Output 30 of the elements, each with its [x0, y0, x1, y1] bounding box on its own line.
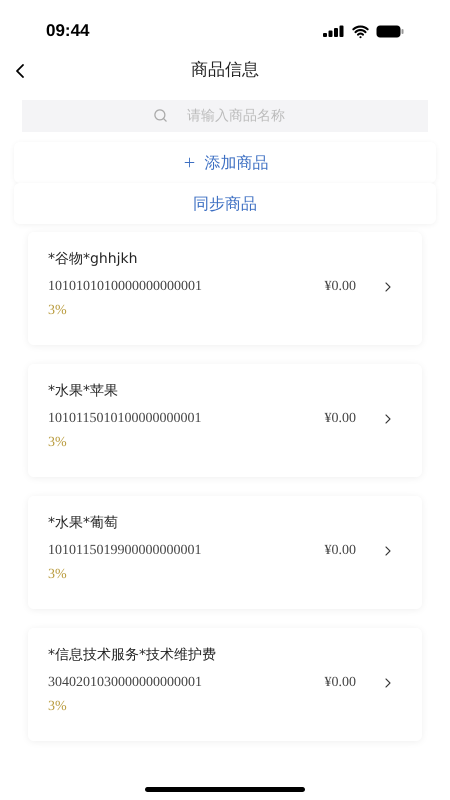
product-card[interactable]: *谷物*ghhjkh 1010101010000000000001 ¥0.00 3%	[28, 232, 422, 345]
sync-products-button[interactable]: 同步商品	[14, 183, 436, 224]
product-price: ¥0.00	[324, 410, 356, 428]
product-price: ¥0.00	[324, 278, 356, 296]
product-code: 3040201030000000000001	[48, 674, 203, 692]
product-price: ¥0.00	[324, 542, 356, 560]
battery-icon	[376, 24, 404, 38]
tax-rate: 3%	[48, 434, 68, 452]
product-code: 1010115019900000000001	[48, 542, 202, 560]
product-name: *信息技术服务*技术维护费	[48, 646, 217, 665]
product-code: 1010101010000000000001	[48, 278, 203, 296]
product-card[interactable]: *水果*葡萄 1010115019900000000001 ¥0.00 3%	[28, 496, 422, 609]
tax-rate: 3%	[48, 698, 68, 716]
product-card[interactable]: *信息技术服务*技术维护费 3040201030000000000001 ¥0.00 3%	[28, 628, 422, 741]
status-time: 09:44	[46, 20, 90, 42]
product-price: ¥0.00	[324, 674, 356, 692]
wifi-icon	[352, 22, 369, 40]
product-name: *谷物*ghhjkh	[48, 250, 139, 269]
tax-rate: 3%	[48, 566, 68, 584]
product-name: *水果*葡萄	[48, 514, 119, 533]
page-title: 商品信息	[191, 59, 259, 82]
product-code: 1010115010100000000001	[48, 410, 202, 428]
plus-icon	[182, 155, 196, 170]
add-product-button[interactable]: 添加商品	[14, 142, 436, 183]
signal-icon	[323, 25, 345, 37]
search-icon	[153, 108, 168, 123]
product-card[interactable]: *水果*苹果 1010115010100000000001 ¥0.00 3%	[28, 364, 422, 477]
product-name: *水果*苹果	[48, 382, 119, 401]
tax-rate: 3%	[48, 302, 68, 320]
search-field[interactable]: 请输入商品名称	[22, 100, 428, 132]
